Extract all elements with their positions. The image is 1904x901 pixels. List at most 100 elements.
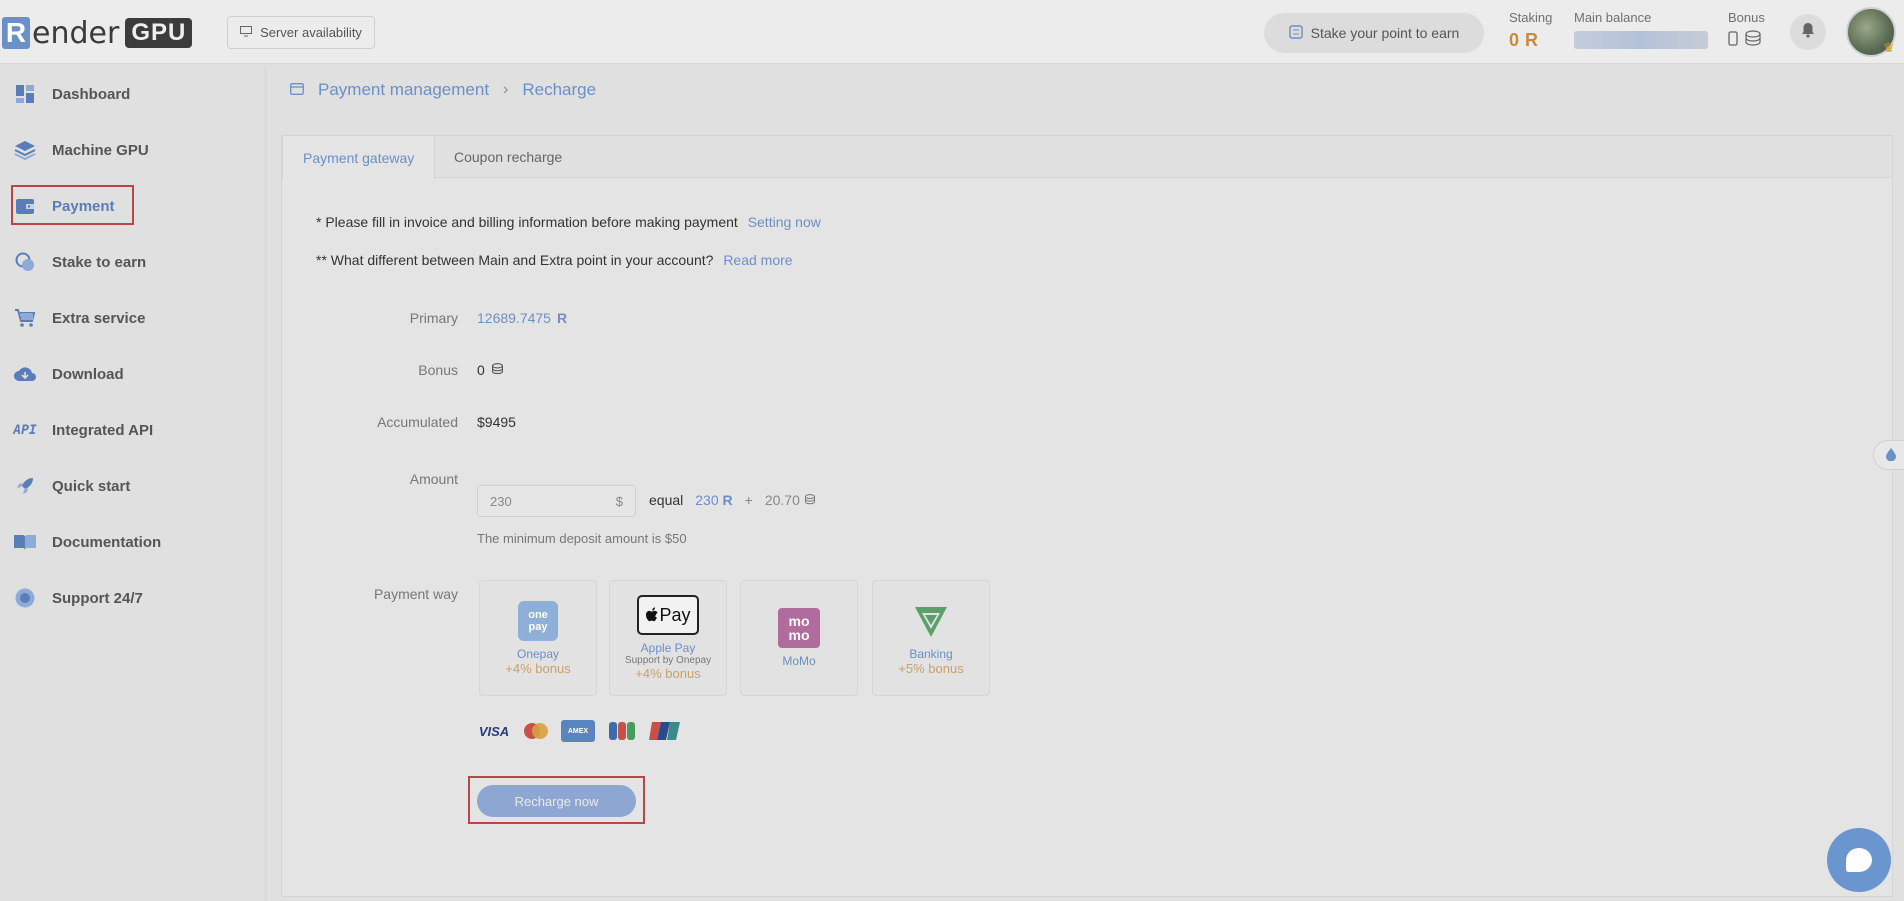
sidebar-item-label: Quick start [52, 477, 131, 495]
staking-unit: R [1525, 29, 1539, 50]
billing-note: * Please fill in invoice and billing inf… [316, 214, 821, 230]
apple-pay-logo: Pay [637, 595, 699, 635]
payment-highlight-box [11, 185, 134, 225]
breadcrumb-current: Recharge [522, 80, 597, 99]
read-more-link[interactable]: Read more [723, 252, 792, 268]
dashboard-icon [12, 81, 38, 107]
sidebar-item-label: Documentation [52, 533, 162, 551]
layers-icon [12, 137, 38, 163]
tab-coupon-recharge[interactable]: Coupon recharge [434, 136, 582, 178]
primary-value: 12689.7475 [477, 310, 551, 326]
billing-note-text: * Please fill in invoice and billing inf… [316, 214, 738, 230]
payment-option-name: Apple Pay [640, 641, 696, 655]
sidebar-item-label: Extra service [52, 309, 146, 327]
bell-icon [1801, 22, 1815, 43]
server-availability-button[interactable]: Server availability [227, 16, 375, 49]
cart-icon [12, 305, 38, 331]
floating-side-button[interactable] [1873, 440, 1904, 470]
payment-option-bonus: +4% bonus [505, 660, 571, 676]
coins-stack-icon [1744, 30, 1762, 50]
minimum-deposit-note: The minimum deposit amount is $50 [477, 531, 687, 546]
currency-symbol: $ [615, 493, 623, 509]
difference-note: ** What different between Main and Extra… [316, 252, 793, 268]
primary-equivalent: 230 R [695, 492, 733, 508]
amount-value: 230 [490, 493, 512, 509]
payment-option-momo[interactable]: mo mo MoMo [740, 580, 858, 696]
bonus-stat: Bonus [1728, 10, 1765, 49]
chat-icon [1846, 848, 1872, 872]
main-balance-stat: Main balance [1574, 10, 1708, 49]
bonus-equivalent: 20.70 [765, 492, 816, 508]
logo-ender: ender [32, 15, 120, 51]
amount-equivalent: equal 230 R + 20.70 [649, 492, 816, 508]
primary-label: Primary [409, 310, 458, 326]
sidebar-item-label: Dashboard [52, 85, 131, 103]
staking-value: 0 [1509, 29, 1520, 50]
sidebar-item-label: Stake to earn [52, 253, 147, 271]
amount-input[interactable]: 230 $ [477, 485, 636, 517]
coins-stack-icon [491, 362, 504, 378]
phone-icon [1728, 31, 1738, 49]
stake-point-button[interactable]: Stake your point to earn [1264, 13, 1484, 53]
server-availability-label: Server availability [260, 25, 362, 40]
momo-logo: mo mo [778, 608, 820, 648]
payment-option-name: Banking [909, 646, 953, 661]
render-point-icon: R [556, 310, 568, 326]
sidebar-item-label: Machine GPU [52, 141, 149, 159]
water-drop-icon [1885, 447, 1897, 464]
setting-now-link[interactable]: Setting now [748, 214, 821, 230]
plus-sign: + [744, 492, 753, 508]
equal-label: equal [649, 492, 684, 508]
payment-option-name: MoMo [782, 654, 816, 668]
notification-bell-button[interactable] [1790, 14, 1826, 50]
logo-r: R [2, 17, 30, 49]
sidebar-item-support[interactable]: Support 24/7 [12, 578, 143, 618]
tab-bar: Payment gateway Coupon recharge [282, 136, 1892, 179]
payment-option-sub: Support by Onepay [624, 655, 712, 666]
breadcrumb-parent[interactable]: Payment management [318, 80, 489, 100]
stake-pill-label: Stake your point to earn [1310, 25, 1460, 41]
card-icon [290, 80, 304, 100]
api-icon: API [13, 422, 37, 438]
visa-icon: VISA [478, 723, 510, 739]
logo[interactable]: R ender GPU [2, 15, 193, 51]
sidebar-item-dashboard[interactable]: Dashboard [12, 74, 130, 114]
accepted-cards: VISA AMEX [477, 720, 683, 742]
recharge-now-button[interactable]: Recharge now [477, 785, 636, 817]
coins-icon [12, 249, 38, 275]
payment-option-bonus: +5% bonus [898, 660, 964, 676]
sidebar-item-extra-service[interactable]: Extra service [12, 298, 145, 338]
payment-option-onepay[interactable]: one pay Onepay +4% bonus [479, 580, 597, 696]
topbar: R ender GPU Server availability Stake yo… [0, 0, 1904, 64]
accumulated-label: Accumulated [377, 414, 458, 430]
monitor-icon [240, 25, 253, 40]
primary-value-row: 12689.7475 R [477, 310, 567, 326]
payment-option-banking[interactable]: Banking +5% bonus [872, 580, 990, 696]
sidebar-item-label: Integrated API [52, 421, 154, 439]
main-balance-blurred-value [1574, 31, 1708, 49]
payment-way-label: Payment way [373, 586, 458, 602]
chevron-right-icon: › [503, 81, 509, 98]
chat-support-button[interactable] [1827, 828, 1891, 892]
breadcrumb: Payment management › Recharge [290, 80, 596, 100]
sidebar-item-machine-gpu[interactable]: Machine GPU [12, 130, 149, 170]
payment-option-bonus: +4% bonus [635, 666, 701, 681]
crown-icon: ♛ [1883, 40, 1895, 55]
tab-payment-gateway[interactable]: Payment gateway [282, 136, 436, 179]
main-balance-label: Main balance [1574, 10, 1652, 25]
sidebar-item-integrated-api[interactable]: API Integrated API [12, 410, 153, 450]
staking-label: Staking [1509, 10, 1553, 25]
difference-note-text: ** What different between Main and Extra… [316, 252, 714, 268]
sidebar-item-quick-start[interactable]: Quick start [12, 466, 130, 506]
jcb-icon [605, 720, 639, 742]
mastercard-icon [521, 720, 551, 742]
sidebar-item-documentation[interactable]: Documentation [12, 522, 161, 562]
sidebar-item-stake-to-earn[interactable]: Stake to earn [12, 242, 146, 282]
amount-label: Amount [409, 471, 458, 487]
sidebar-item-download[interactable]: Download [12, 354, 124, 394]
staking-stat: Staking 0 R [1509, 10, 1553, 50]
cloud-download-icon [12, 361, 38, 387]
sidebar-item-label: Download [52, 365, 124, 383]
payment-option-name: Onepay [516, 646, 560, 661]
payment-option-apple-pay[interactable]: Pay Apple Pay Support by Onepay +4% bonu… [609, 580, 727, 696]
